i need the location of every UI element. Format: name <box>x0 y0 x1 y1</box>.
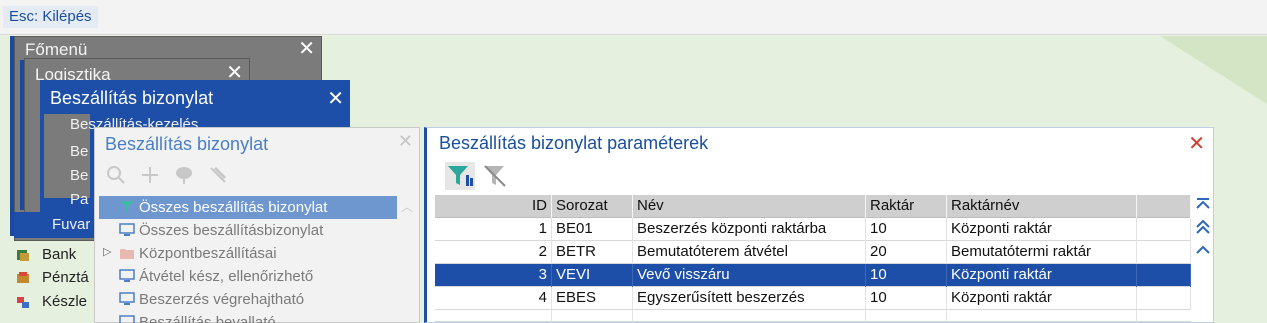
cell-id: 3 <box>435 264 552 287</box>
tree-panel-title: Beszállítás bizonylat <box>105 134 269 154</box>
cell-empty <box>1137 264 1191 287</box>
cell-raktar: 10 <box>866 287 947 310</box>
table-row[interactable]: 2 BETR Bemutatóterem átvétel 20 Bemutató… <box>435 241 1191 264</box>
folder-icon <box>120 249 134 259</box>
tree-row-label: Átvétel kész, ellenőrizhető <box>139 268 314 285</box>
tree-icon[interactable] <box>171 164 197 190</box>
search-icon[interactable] <box>103 164 129 190</box>
cell-id: 1 <box>435 218 552 241</box>
menu-item-be-1[interactable]: Be <box>70 143 88 160</box>
bank-icon <box>17 250 29 261</box>
cash-icon <box>17 272 29 283</box>
tree-row[interactable]: Összes beszállításbizonylat <box>99 219 397 242</box>
cell-nev: Vevő visszáru <box>633 264 866 287</box>
cell-empty <box>1137 241 1191 264</box>
column-header-raktarnev[interactable]: Raktárnév <box>947 195 1137 218</box>
tree-row-label: Beszerzés végrehajtható <box>139 291 305 308</box>
tree-scrollbar[interactable]: ︿ <box>397 198 417 322</box>
filter-icon <box>120 201 134 213</box>
cell-nev: Beszerzés központi raktárba <box>633 218 866 241</box>
tree-row[interactable]: Beszerzés végrehajtható <box>99 288 397 311</box>
nav-item-label: Bank <box>42 246 77 263</box>
screen-icon <box>119 292 135 305</box>
expand-arrow-icon[interactable]: ▷ <box>103 245 111 258</box>
scroll-up-icon[interactable]: ︿ <box>397 198 417 215</box>
column-header-raktar[interactable]: Raktár <box>866 195 947 218</box>
tree-row[interactable]: ▷ Központbeszállításai <box>99 242 397 265</box>
column-header-sorozat[interactable]: Sorozat <box>552 195 633 218</box>
cell-empty <box>1137 287 1191 310</box>
beszall-menu-title: Beszállítás bizonylat <box>50 88 214 108</box>
cell-sorozat: EBES <box>552 287 633 310</box>
cell-id: 2 <box>435 241 552 264</box>
column-header-id[interactable]: ID <box>435 195 552 218</box>
params-panel: Beszállítás bizonylat paraméterek ✕ ID S… <box>424 127 1214 323</box>
params-close-icon[interactable]: ✕ <box>1188 131 1205 156</box>
scroll-page-up-icon[interactable] <box>1192 219 1214 241</box>
stock-icon <box>17 297 29 308</box>
filter-clear-icon[interactable] <box>481 162 511 190</box>
beszall-menu-header: Beszállítás bizonylat ✕ <box>44 82 350 114</box>
table-row-selected[interactable]: 3 VEVI Vevő visszáru 10 Központi raktár <box>435 264 1191 287</box>
cell-raktarnev: Központi raktár <box>947 287 1137 310</box>
beszall-menu-close-icon[interactable]: ✕ <box>327 86 344 111</box>
cell-raktar: 10 <box>866 264 947 287</box>
params-title: Beszállítás bizonylat paraméterek <box>439 133 709 153</box>
fuvar-label: Fuvar <box>52 216 91 233</box>
pin-icon[interactable] <box>205 164 231 190</box>
cell-empty <box>552 310 633 322</box>
nav-item-label: Készle <box>42 293 88 310</box>
tree-row-label: Beszállítás bevallató <box>139 314 276 323</box>
main-menu-close-icon[interactable]: ✕ <box>298 39 315 59</box>
cell-raktarnev: Központi raktár <box>947 218 1137 241</box>
filter-apply-icon[interactable] <box>445 162 475 190</box>
nav-item-label: Pénztá <box>42 269 89 286</box>
cell-id: 4 <box>435 287 552 310</box>
table-row-empty <box>435 310 1191 322</box>
screen-icon <box>119 223 135 236</box>
esc-exit-button[interactable]: Esc: Kilépés <box>3 6 98 28</box>
cell-empty <box>435 310 552 322</box>
cell-empty <box>947 310 1137 322</box>
cell-sorozat: BETR <box>552 241 633 264</box>
cell-raktar: 10 <box>866 218 947 241</box>
column-header-empty <box>1137 195 1191 218</box>
cell-nev: Bemutatóterem átvétel <box>633 241 866 264</box>
fuvar-row[interactable]: Fuvar <box>14 212 98 238</box>
nav-item-penztar[interactable]: Pénztá <box>14 267 98 289</box>
screen-icon <box>119 315 135 323</box>
nav-item-bank[interactable]: Bank <box>14 244 98 266</box>
table-row[interactable]: 1 BE01 Beszerzés központi raktárba 10 Kö… <box>435 218 1191 241</box>
menu-item-pa[interactable]: Pa <box>70 191 88 208</box>
add-icon[interactable] <box>137 164 163 190</box>
cell-empty <box>1137 218 1191 241</box>
screen-icon <box>119 269 135 282</box>
tree-close-icon[interactable]: ✕ <box>398 131 413 152</box>
cell-raktarnev: Központi raktár <box>947 264 1137 287</box>
tree-row[interactable]: Beszállítás bevallató <box>99 311 397 323</box>
cell-nev: Egyszerűsített beszerzés <box>633 287 866 310</box>
tree-row[interactable]: Átvétel kész, ellenőrizhető <box>99 265 397 288</box>
menu-item-be-2[interactable]: Be <box>70 167 88 184</box>
tree-row[interactable]: Összes beszállítás bizonylat <box>99 196 397 219</box>
cell-sorozat: VEVI <box>552 264 633 287</box>
tree-row-label: Központbeszállításai <box>139 245 277 262</box>
top-bar: Esc: Kilépés <box>0 0 1267 35</box>
column-header-nev[interactable]: Név <box>633 195 866 218</box>
cell-empty <box>633 310 866 322</box>
grid-header-row: ID Sorozat Név Raktár Raktárnév <box>435 195 1191 218</box>
cell-raktar: 20 <box>866 241 947 264</box>
nav-item-keszlet[interactable]: Készle <box>14 291 98 313</box>
tree-panel: Beszállítás bizonylat ✕ Összes beszállít… <box>94 127 420 323</box>
cell-empty <box>866 310 947 322</box>
table-row[interactable]: 4 EBES Egyszerűsített beszerzés 10 Közpo… <box>435 287 1191 310</box>
cell-sorozat: BE01 <box>552 218 633 241</box>
background-decoration <box>1160 36 1267 106</box>
tree-row-label: Összes beszállítás bizonylat <box>139 199 328 216</box>
cell-raktarnev: Bemutatótermi raktár <box>947 241 1137 264</box>
tree-row-label: Összes beszállításbizonylat <box>139 222 324 239</box>
main-menu-title: Főmenü <box>25 40 88 59</box>
scroll-first-icon[interactable] <box>1192 196 1214 218</box>
scroll-up-icon[interactable] <box>1192 242 1214 264</box>
